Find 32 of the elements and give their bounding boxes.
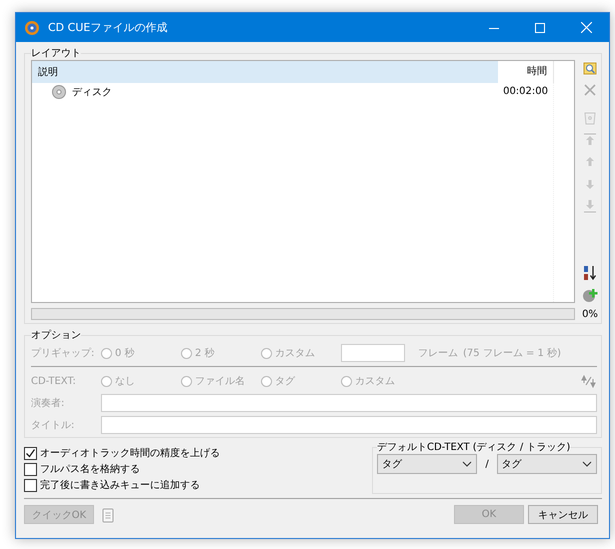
group-label: レイアウト	[31, 47, 81, 60]
checkbox[interactable]: 完了後に書き込みキューに追加する	[24, 478, 220, 492]
disc-icon	[24, 20, 40, 36]
list-item[interactable]: ディスク	[72, 84, 112, 98]
check-icon	[25, 448, 36, 458]
table-cell-text: 00:02:00	[502, 86, 549, 97]
window-title: CD CUEファイルの作成	[48, 20, 168, 35]
field-label: プリギャップ:	[31, 346, 96, 360]
track-list[interactable]: 説明 時間 ディスク 00:02:00	[31, 60, 575, 303]
chevron-icon	[462, 461, 472, 467]
dropdown[interactable]: タグ	[377, 454, 478, 474]
separator-text: /	[485, 458, 489, 470]
maximize-icon	[535, 22, 545, 32]
field-label: タイトル:	[31, 419, 76, 432]
checkbox[interactable]: フルパス名を格納する	[24, 462, 220, 476]
progress-percent: 0%	[582, 309, 598, 320]
group-label: デフォルトCD-TEXT (ディスク / トラック)	[377, 441, 570, 454]
hint-text: (75 フレーム = 1 秒)	[463, 346, 561, 360]
group-label: オプション	[31, 328, 81, 342]
disc-icon	[52, 84, 66, 98]
close-icon	[580, 22, 592, 33]
dropdown[interactable]: タグ	[496, 454, 597, 474]
column-header[interactable]: 時間	[498, 61, 554, 83]
clipboard-icon[interactable]	[102, 506, 114, 522]
column-header[interactable]: 説明	[32, 65, 498, 79]
sort-icon[interactable]	[582, 265, 598, 281]
field-label: 演奏者:	[31, 396, 66, 410]
unit-label: フレーム	[418, 347, 459, 360]
field-label: CD-TEXT:	[31, 376, 77, 386]
checkbox[interactable]: オーディオトラック時間の精度を上げる	[24, 446, 220, 460]
chevron-icon	[582, 461, 592, 467]
cancel-button[interactable]: キャンセル	[528, 505, 598, 524]
